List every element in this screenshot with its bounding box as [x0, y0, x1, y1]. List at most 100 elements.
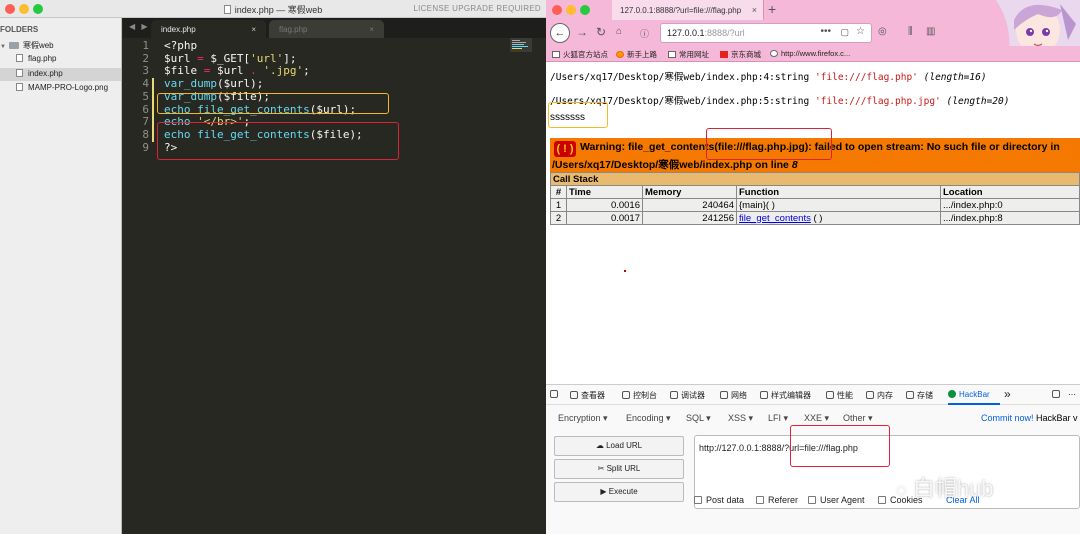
- more-tabs-icon[interactable]: »: [1004, 387, 1011, 401]
- pick-element-icon[interactable]: [550, 390, 561, 399]
- split-url-button[interactable]: ✂ Split URL: [554, 459, 684, 479]
- sidebar-folder[interactable]: ▼ 寒假web: [0, 40, 54, 51]
- bookmark-star-icon[interactable]: ☆: [856, 26, 865, 37]
- tab-network[interactable]: 网络: [720, 390, 747, 401]
- modified-line-marker: [152, 103, 154, 117]
- tab-navigation-arrows[interactable]: ◀ ▶: [129, 22, 150, 31]
- page-info-icon[interactable]: ⓘ: [640, 27, 649, 40]
- menu-xss[interactable]: XSS ▾: [728, 413, 753, 424]
- devtools-menu-icon[interactable]: ⋯: [1068, 390, 1076, 399]
- tab-index-php[interactable]: index.php ×: [151, 20, 266, 38]
- sublime-editor-window: index.php — 寒假web LICENSE UPGRADE REQUIR…: [0, 0, 546, 534]
- tab-memory[interactable]: 内存: [866, 390, 893, 401]
- play-icon: ▶: [600, 487, 607, 496]
- tab-performance[interactable]: 性能: [826, 390, 853, 401]
- editor-titlebar: index.php — 寒假web LICENSE UPGRADE REQUIR…: [0, 0, 546, 18]
- style-editor-icon: [760, 391, 768, 399]
- url-host: 127.0.0.1: [667, 28, 705, 38]
- checkbox-label: Post data: [706, 495, 745, 505]
- load-url-button[interactable]: ☁ Load URL: [554, 436, 684, 456]
- active-tab-indicator: [948, 403, 1000, 405]
- line-number: 3: [142, 64, 149, 78]
- folder-icon: [668, 51, 676, 58]
- menu-encoding[interactable]: Encoding ▾: [626, 413, 671, 424]
- tab-inspector[interactable]: 查看器: [570, 390, 605, 401]
- menu-encryption[interactable]: Encryption ▾: [558, 413, 608, 424]
- storage-icon: [906, 391, 914, 399]
- menu-other[interactable]: Other ▾: [843, 413, 873, 424]
- home-button[interactable]: ⌂: [616, 26, 622, 37]
- bookmark-item[interactable]: http://www.firefox.c...: [770, 49, 850, 58]
- tab-style-editor[interactable]: 样式编辑器: [760, 390, 811, 401]
- tab-hackbar[interactable]: HackBar: [948, 390, 990, 399]
- menu-sql[interactable]: SQL ▾: [686, 413, 711, 424]
- dock-icon[interactable]: [1052, 390, 1063, 399]
- minimize-window-button[interactable]: [566, 5, 576, 15]
- code-line: var_dump($url);: [164, 77, 263, 90]
- checkbox-label: Referer: [768, 495, 799, 505]
- post-data-checkbox[interactable]: Post data: [694, 495, 744, 505]
- tab-label: 性能: [837, 391, 853, 400]
- library-icon[interactable]: ⫼: [908, 26, 913, 37]
- page-actions-icon[interactable]: •••: [820, 26, 831, 37]
- menu-lfi[interactable]: LFI ▾: [768, 413, 788, 424]
- editor-title-text: index.php — 寒假web: [234, 5, 323, 15]
- user-agent-checkbox[interactable]: User Agent: [808, 495, 865, 505]
- close-tab-icon[interactable]: ×: [251, 25, 256, 34]
- tab-label: index.php: [161, 25, 196, 34]
- function-doc-link[interactable]: file_get_contents: [739, 213, 811, 224]
- sidebar: FOLDERS ▼ 寒假web flag.php index.php MAMP-P…: [0, 18, 122, 534]
- bookmark-item[interactable]: 新手上路: [616, 49, 657, 60]
- browser-tab-active[interactable]: 127.0.0.1:8888/?url=file:///flag.php ×: [612, 0, 764, 20]
- checkbox[interactable]: [808, 496, 816, 504]
- sidebar-toggle-icon[interactable]: ▥: [926, 26, 935, 37]
- jd-icon: [720, 51, 728, 58]
- license-notice[interactable]: LICENSE UPGRADE REQUIRED: [413, 4, 541, 13]
- bookmark-item[interactable]: 京东商城: [720, 49, 761, 60]
- referer-checkbox[interactable]: Referer: [756, 495, 798, 505]
- tab-console[interactable]: 控制台: [622, 390, 657, 401]
- tab-flag-php[interactable]: flag.php ×: [269, 20, 384, 38]
- disclosure-triangle-icon[interactable]: ▼: [0, 44, 6, 50]
- reload-button[interactable]: ↻: [596, 25, 606, 39]
- cell-function: {main}( ): [736, 198, 941, 212]
- sidebar-file[interactable]: MAMP-PRO-Logo.png: [16, 83, 108, 92]
- checkbox[interactable]: [878, 496, 886, 504]
- checkbox[interactable]: [694, 496, 702, 504]
- code-token: $url: [164, 51, 198, 65]
- forward-button[interactable]: →: [576, 25, 588, 39]
- menu-xxe[interactable]: XXE ▾: [804, 413, 829, 424]
- file-label: index.php: [28, 69, 63, 78]
- line-number: 6: [142, 102, 149, 116]
- zoom-window-button[interactable]: [580, 5, 590, 15]
- commit-link[interactable]: Commit now!: [981, 413, 1034, 423]
- extension-icon[interactable]: ◎: [878, 26, 887, 37]
- tab-label: 调试器: [681, 391, 705, 400]
- close-tab-icon[interactable]: ×: [752, 5, 757, 15]
- folder-icon: [8, 42, 19, 49]
- code-token: ;: [303, 64, 310, 78]
- tab-debugger[interactable]: 调试器: [670, 390, 705, 401]
- minimap[interactable]: [510, 38, 532, 52]
- execute-button[interactable]: ▶ Execute: [554, 482, 684, 502]
- console-icon: [622, 391, 630, 399]
- close-window-button[interactable]: [552, 5, 562, 15]
- code-token: ];: [283, 51, 297, 65]
- checkbox[interactable]: [756, 496, 764, 504]
- bookmark-item[interactable]: 火狐官方站点: [552, 49, 608, 60]
- cell-function: file_get_contents ( ): [736, 211, 941, 225]
- bookmark-item[interactable]: 常用网址: [668, 49, 709, 60]
- performance-icon: [826, 391, 834, 399]
- sidebar-file[interactable]: flag.php: [16, 54, 56, 63]
- tab-storage[interactable]: 存储: [906, 390, 933, 401]
- sidebar-file-selected[interactable]: index.php: [0, 68, 121, 81]
- url-bar[interactable]: 127.0.0.1:8888/?url ••• ▢ ☆: [660, 23, 872, 43]
- close-tab-icon[interactable]: ×: [369, 25, 374, 34]
- back-button[interactable]: ←: [550, 23, 570, 43]
- bookmark-label: 京东商城: [731, 50, 761, 59]
- pocket-icon[interactable]: ▢: [840, 27, 849, 38]
- table-row: 1 0.0016 240464 {main}( ) .../index.php:…: [550, 198, 1080, 212]
- bookmark-label: 火狐官方站点: [563, 50, 608, 59]
- button-label: Split URL: [606, 464, 641, 473]
- new-tab-button[interactable]: +: [768, 1, 776, 17]
